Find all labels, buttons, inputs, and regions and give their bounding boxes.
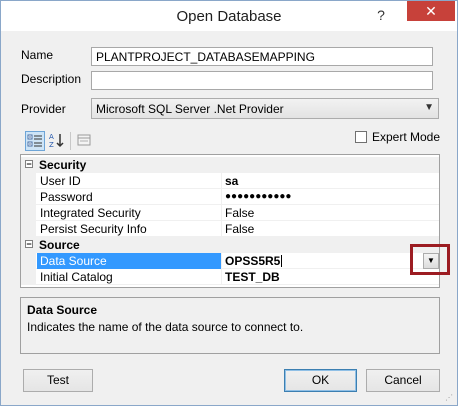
ok-button[interactable]: OK (284, 369, 357, 392)
column-divider (221, 189, 222, 205)
svg-text:A: A (49, 133, 54, 141)
close-button[interactable]: ✕ (407, 1, 455, 21)
expert-mode-checkbox[interactable] (355, 131, 367, 143)
toolbar-separator (70, 132, 71, 150)
column-divider (221, 253, 222, 269)
row-gutter (21, 189, 36, 205)
provider-label: Provider (21, 102, 66, 116)
property-grid: − Security User ID sa Password ●●●●●●●●●… (20, 154, 440, 288)
property-name: User ID (40, 174, 81, 188)
category-source[interactable]: − Source (21, 237, 439, 253)
property-value[interactable]: False (225, 222, 254, 236)
description-text: Indicates the name of the data source to… (27, 320, 304, 334)
description-label: Description (21, 72, 82, 86)
test-button[interactable]: Test (23, 369, 93, 392)
name-label: Name (21, 48, 54, 62)
property-name: Password (40, 190, 93, 204)
window-title: Open Database (176, 8, 282, 25)
column-divider (221, 269, 222, 285)
title-bar: Open Database ? ✕ (1, 1, 457, 31)
property-row-password[interactable]: Password ●●●●●●●●●●● (21, 189, 439, 205)
sort-alphabetical-icon: A Z (49, 133, 64, 149)
property-name: Data Source (37, 253, 221, 269)
property-value[interactable]: False (225, 206, 254, 220)
category-label: Security (39, 158, 87, 172)
resize-grip-icon[interactable]: ⋰ (445, 393, 455, 403)
property-row-initial-catalog[interactable]: Initial Catalog TEST_DB (21, 269, 439, 285)
property-name: Persist Security Info (40, 222, 147, 236)
property-value[interactable]: sa (225, 174, 238, 188)
cancel-button[interactable]: Cancel (366, 369, 440, 392)
row-gutter (21, 269, 36, 285)
property-value[interactable]: TEST_DB (225, 270, 280, 284)
row-gutter (21, 253, 36, 269)
description-panel: Data Source Indicates the name of the da… (20, 297, 440, 354)
property-row-persist-security-info[interactable]: Persist Security Info False (21, 221, 439, 237)
row-gutter (21, 205, 36, 221)
expert-mode-label: Expert Mode (372, 130, 441, 144)
property-value[interactable]: ●●●●●●●●●●● (225, 191, 291, 202)
provider-value: Microsoft SQL Server .Net Provider (96, 102, 284, 116)
help-icon[interactable]: ? (374, 7, 388, 23)
alphabetical-view-button[interactable]: A Z (47, 131, 67, 151)
row-gutter (21, 173, 36, 189)
column-divider (221, 173, 222, 189)
chevron-down-icon: ▼ (424, 102, 434, 113)
categorized-view-button[interactable] (25, 131, 45, 151)
text-caret (281, 255, 282, 267)
property-row-integrated-security[interactable]: Integrated Security False (21, 205, 439, 221)
svg-text:Z: Z (49, 141, 54, 149)
column-divider (221, 221, 222, 237)
category-security[interactable]: − Security (21, 157, 439, 173)
collapse-icon[interactable]: − (25, 160, 33, 169)
data-source-value-input[interactable]: OPSS5R5 (225, 254, 280, 268)
category-label: Source (39, 238, 80, 252)
categorized-icon (27, 134, 42, 147)
property-pages-button[interactable] (75, 131, 95, 151)
name-input[interactable]: PLANTPROJECT_DATABASEMAPPING (91, 47, 433, 66)
column-divider (221, 205, 222, 221)
property-row-data-source[interactable]: Data Source OPSS5R5 ▼ (21, 253, 439, 269)
description-input[interactable] (91, 71, 433, 90)
property-row-user-id[interactable]: User ID sa (21, 173, 439, 189)
description-title: Data Source (27, 303, 98, 317)
collapse-icon[interactable]: − (25, 240, 33, 249)
highlight-annotation (410, 244, 450, 275)
property-name: Integrated Security (40, 206, 141, 220)
row-gutter (21, 221, 36, 237)
open-database-dialog: Open Database ? ✕ Name PLANTPROJECT_DATA… (0, 0, 458, 406)
property-name: Initial Catalog (40, 270, 113, 284)
provider-select[interactable]: Microsoft SQL Server .Net Provider ▼ (91, 98, 439, 119)
property-pages-icon (77, 134, 91, 146)
